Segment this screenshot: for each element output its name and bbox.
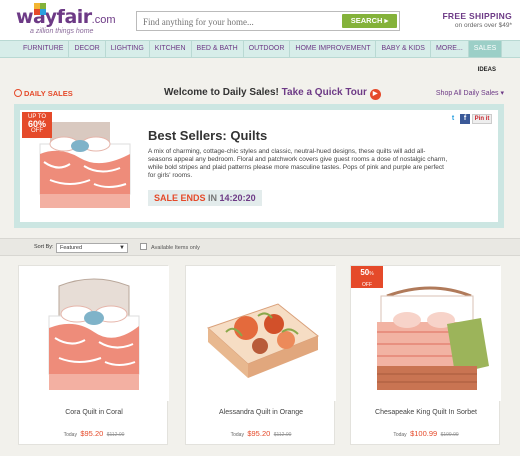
featured-description: A mix of charming, cottage-chic styles a… xyxy=(148,148,448,179)
available-items-checkbox[interactable] xyxy=(140,243,147,250)
nav-item-decor[interactable]: DECOR xyxy=(69,41,106,57)
nav-item-kitchen[interactable]: KITCHEN xyxy=(150,41,192,57)
price-today-label: Today xyxy=(393,432,407,438)
quick-tour-link[interactable]: Take a Quick Tour xyxy=(282,87,367,98)
free-shipping-promo[interactable]: FREE SHIPPING on orders over $49* xyxy=(442,11,512,29)
sale-countdown: SALE ENDS IN 14:20:20 xyxy=(148,190,262,206)
50-off-badge: 50% OFF xyxy=(351,266,383,288)
search-input[interactable] xyxy=(137,13,337,31)
logo-word: wayfair xyxy=(16,6,92,28)
sale-ends-in: IN xyxy=(208,193,218,203)
logo-tagline: a zillion things home xyxy=(30,28,94,35)
chevron-down-icon: ▼ xyxy=(119,245,125,251)
product-name[interactable]: Cora Quilt in Coral xyxy=(19,409,169,416)
countdown-timer: 14:20:20 xyxy=(219,193,256,203)
product-name[interactable]: Chesapeake King Quilt In Sorbet xyxy=(351,409,501,416)
pinterest-pin-button[interactable]: Pin it xyxy=(472,114,492,124)
featured-sale-banner[interactable]: UP TO 60% OFF Best Sellers: Quilts A mix… xyxy=(14,104,504,228)
shipping-title: FREE SHIPPING xyxy=(442,11,512,21)
original-price: $112.00 xyxy=(273,432,292,438)
nav-item-baby-kids[interactable]: BABY & KIDS xyxy=(376,41,431,57)
logo-pinwheel-icon xyxy=(34,3,46,15)
play-icon[interactable]: ▶ xyxy=(369,89,381,100)
daily-sales-logo: DAILY SALES xyxy=(14,89,73,98)
sale-ends-label: SALE ENDS xyxy=(154,193,206,203)
available-items-label: Available Items only xyxy=(151,245,200,251)
wayfair-logo[interactable]: wayfair.com a zillion things home xyxy=(16,3,116,35)
up-to-60-off-badge: UP TO 60% OFF xyxy=(22,112,52,138)
search-box: SEARCH ▸ xyxy=(136,11,400,31)
nav-item-home-improvement[interactable]: HOME IMPROVEMENT xyxy=(290,41,377,57)
badge-bottom-text: OFF xyxy=(31,128,43,134)
clock-icon xyxy=(14,89,22,97)
logo-dotcom: .com xyxy=(91,14,116,26)
main-nav: FURNITURE DECOR LIGHTING KITCHEN BED & B… xyxy=(0,40,520,58)
shop-all-daily-sales-link[interactable]: Shop All Daily Sales ▾ xyxy=(436,89,504,97)
product-name[interactable]: Alessandra Quilt in Orange xyxy=(186,409,336,416)
social-share: t f Pin it xyxy=(448,114,492,124)
welcome-banner: Welcome to Daily Sales! Take a Quick Tou… xyxy=(164,87,381,100)
daily-sales-logo-text: DAILY SALES xyxy=(24,89,73,98)
nav-item-bed-bath[interactable]: BED & BATH xyxy=(192,41,244,57)
badge-percent: 50 xyxy=(360,268,370,277)
welcome-text: Welcome to Daily Sales! xyxy=(164,87,279,98)
product-price: Today $100.99 $199.99 xyxy=(351,429,501,438)
sort-selected-value: Featured xyxy=(60,245,83,251)
badge-off-text: OFF xyxy=(362,282,372,288)
badge-percent: 60% xyxy=(27,119,46,129)
facebook-icon[interactable]: f xyxy=(460,114,470,124)
product-card[interactable]: Cora Quilt in Coral Today $95.20 $112.00 xyxy=(18,265,169,445)
badge-percent-sign: % xyxy=(369,271,374,277)
product-image[interactable] xyxy=(186,266,336,401)
shipping-subtitle: on orders over $49* xyxy=(454,22,512,29)
nav-item-outdoor[interactable]: OUTDOOR xyxy=(244,41,291,57)
product-price: Today $95.20 $112.00 xyxy=(19,429,169,438)
original-price: $199.99 xyxy=(440,432,459,438)
available-items-filter[interactable]: Available Items only xyxy=(140,243,200,253)
product-card[interactable]: Alessandra Quilt in Orange Today $95.20 … xyxy=(185,265,336,445)
nav-item-sales[interactable]: SALES xyxy=(468,41,503,57)
twitter-icon[interactable]: t xyxy=(448,114,458,124)
sort-by-label: Sort By: xyxy=(34,244,54,250)
daily-sales-bar: DAILY SALES Welcome to Daily Sales! Take… xyxy=(14,87,504,103)
featured-title[interactable]: Best Sellers: Quilts xyxy=(148,128,267,143)
sale-price: $95.20 xyxy=(247,429,271,438)
product-card[interactable]: 50% OFF Chesapeake King Quilt In Sorbet … xyxy=(350,265,501,445)
site-header: wayfair.com a zillion things home SEARCH… xyxy=(0,0,520,40)
nav-item-more[interactable]: MORE... xyxy=(431,41,469,57)
product-price: Today $95.20 $112.00 xyxy=(186,429,336,438)
sale-price: $100.99 xyxy=(410,429,438,438)
sort-filter-bar: Sort By: Featured ▼ Available Items only xyxy=(0,238,520,256)
nav-item-lighting[interactable]: LIGHTING xyxy=(106,41,150,57)
product-image[interactable] xyxy=(19,266,169,401)
nav-ideas-link[interactable]: IDEAS xyxy=(478,67,496,73)
search-button[interactable]: SEARCH ▸ xyxy=(342,14,397,28)
original-price: $112.00 xyxy=(106,432,125,438)
sort-select[interactable]: Featured ▼ xyxy=(56,243,128,253)
nav-item-furniture[interactable]: FURNITURE xyxy=(18,41,70,57)
price-today-label: Today xyxy=(230,432,244,438)
sale-price: $95.20 xyxy=(80,429,104,438)
price-today-label: Today xyxy=(63,432,77,438)
